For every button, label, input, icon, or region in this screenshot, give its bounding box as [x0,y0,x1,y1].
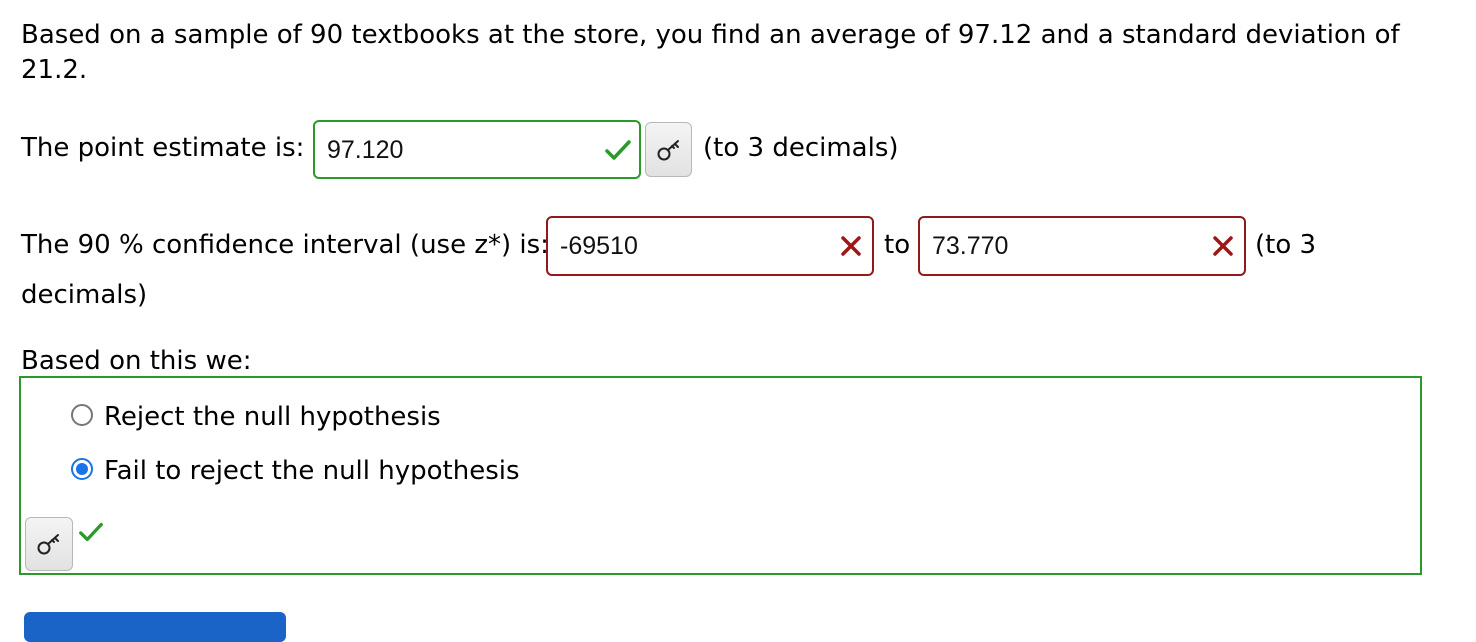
key-icon [37,534,59,555]
option-fail-to-reject-label[interactable]: Fail to reject the null hypothesis [104,454,520,488]
radio-fail-to-reject[interactable] [71,458,93,480]
point-estimate-key-button[interactable] [645,122,692,177]
question-text-line2: 21.2. [21,55,88,85]
question-text-line1: Based on a sample of 90 textbooks at the… [21,20,1400,50]
point-estimate-value: 97.120 [327,136,404,164]
decision-key-button[interactable] [25,517,73,571]
ci-upper-value: 73.770 [932,232,1009,260]
point-estimate-label: The point estimate is: [21,133,305,163]
check-icon [605,140,631,160]
ci-to-label: to [884,230,911,260]
ci-lower-value: -69510 [560,232,638,260]
option-reject-label[interactable]: Reject the null hypothesis [104,400,441,434]
radio-reject[interactable] [71,404,93,426]
x-icon [1213,236,1233,256]
x-icon [841,236,861,256]
ci-upper-input[interactable]: 73.770 [918,216,1246,276]
decision-label: Based on this we: [21,346,252,376]
check-icon [79,522,103,542]
submit-button[interactable] [24,612,286,642]
ci-lower-input[interactable]: -69510 [546,216,874,276]
ci-label: The 90 % confidence interval (use z*) is… [21,230,549,260]
decision-choice-group: Reject the null hypothesis Fail to rejec… [19,376,1422,575]
point-estimate-suffix: (to 3 decimals) [703,133,899,163]
ci-suffix-line2: decimals) [21,280,148,310]
point-estimate-input[interactable]: 97.120 [313,120,641,179]
ci-suffix-line1: (to 3 [1255,230,1317,260]
key-icon [657,139,679,160]
